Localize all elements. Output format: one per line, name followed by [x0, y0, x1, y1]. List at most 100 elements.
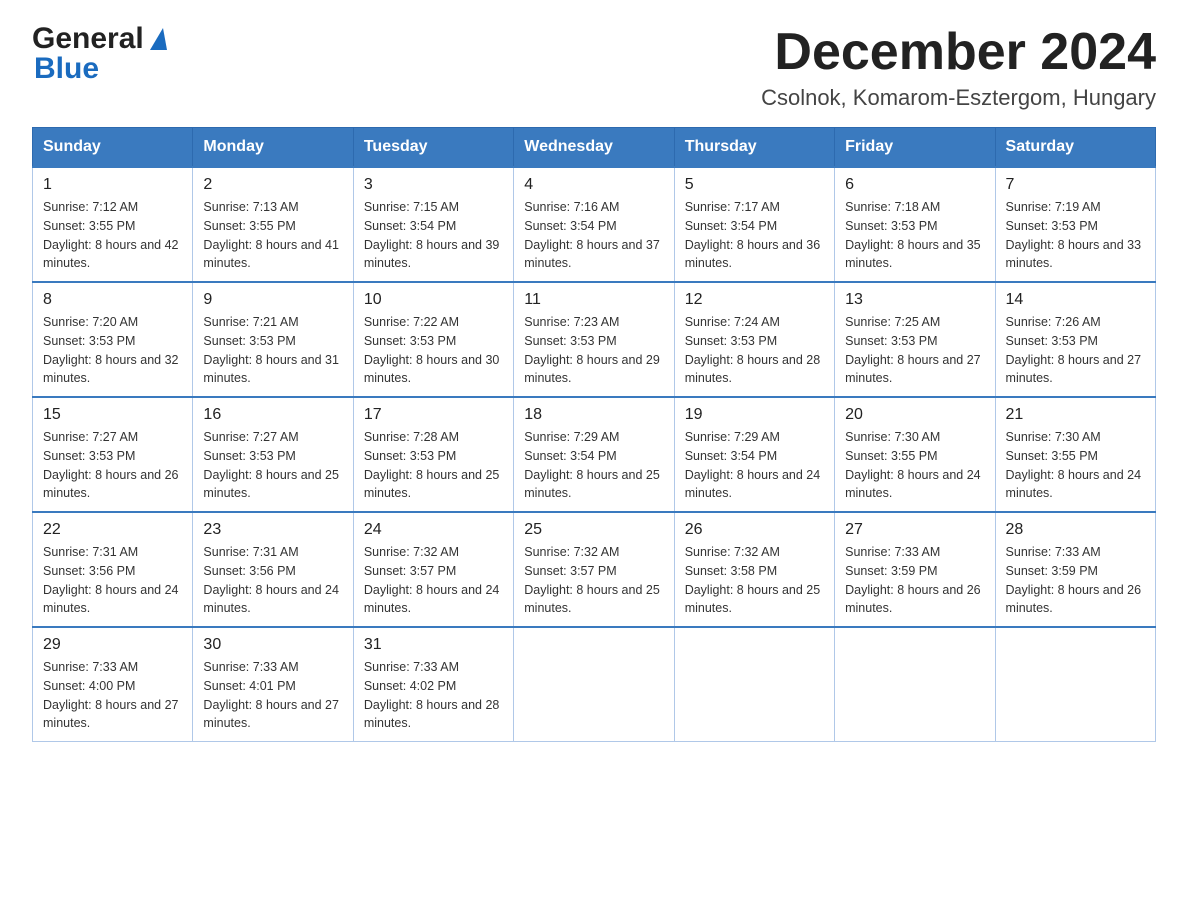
daylight-label: Daylight: 8 hours and 32 minutes.	[43, 353, 179, 386]
sunset-label: Sunset: 3:53 PM	[43, 449, 135, 463]
daylight-label: Daylight: 8 hours and 27 minutes.	[203, 698, 339, 731]
logo-general-text: General	[32, 24, 167, 54]
day-info: Sunrise: 7:30 AM Sunset: 3:55 PM Dayligh…	[845, 428, 984, 503]
day-info: Sunrise: 7:32 AM Sunset: 3:57 PM Dayligh…	[364, 543, 503, 618]
day-info: Sunrise: 7:12 AM Sunset: 3:55 PM Dayligh…	[43, 198, 182, 273]
sunset-label: Sunset: 3:53 PM	[43, 334, 135, 348]
sunrise-label: Sunrise: 7:30 AM	[1006, 430, 1101, 444]
daylight-label: Daylight: 8 hours and 41 minutes.	[203, 238, 339, 271]
day-info: Sunrise: 7:20 AM Sunset: 3:53 PM Dayligh…	[43, 313, 182, 388]
sunrise-label: Sunrise: 7:32 AM	[524, 545, 619, 559]
sunrise-label: Sunrise: 7:32 AM	[364, 545, 459, 559]
week-row: 29 Sunrise: 7:33 AM Sunset: 4:00 PM Dayl…	[33, 627, 1156, 742]
calendar-cell: 31 Sunrise: 7:33 AM Sunset: 4:02 PM Dayl…	[353, 627, 513, 742]
logo-blue-text: Blue	[34, 54, 99, 84]
day-number: 10	[364, 291, 503, 309]
day-of-week-header: Thursday	[674, 128, 834, 168]
calendar-cell: 2 Sunrise: 7:13 AM Sunset: 3:55 PM Dayli…	[193, 167, 353, 282]
day-info: Sunrise: 7:25 AM Sunset: 3:53 PM Dayligh…	[845, 313, 984, 388]
sunrise-label: Sunrise: 7:33 AM	[203, 660, 298, 674]
sunrise-label: Sunrise: 7:29 AM	[685, 430, 780, 444]
sunset-label: Sunset: 3:54 PM	[685, 449, 777, 463]
sunset-label: Sunset: 3:53 PM	[203, 334, 295, 348]
day-info: Sunrise: 7:24 AM Sunset: 3:53 PM Dayligh…	[685, 313, 824, 388]
daylight-label: Daylight: 8 hours and 37 minutes.	[524, 238, 660, 271]
day-number: 13	[845, 291, 984, 309]
day-info: Sunrise: 7:30 AM Sunset: 3:55 PM Dayligh…	[1006, 428, 1145, 503]
week-row: 8 Sunrise: 7:20 AM Sunset: 3:53 PM Dayli…	[33, 282, 1156, 397]
sunrise-label: Sunrise: 7:16 AM	[524, 200, 619, 214]
day-info: Sunrise: 7:23 AM Sunset: 3:53 PM Dayligh…	[524, 313, 663, 388]
daylight-label: Daylight: 8 hours and 26 minutes.	[845, 583, 981, 616]
sunrise-label: Sunrise: 7:15 AM	[364, 200, 459, 214]
sunset-label: Sunset: 3:55 PM	[43, 219, 135, 233]
day-info: Sunrise: 7:33 AM Sunset: 3:59 PM Dayligh…	[845, 543, 984, 618]
calendar-cell: 13 Sunrise: 7:25 AM Sunset: 3:53 PM Dayl…	[835, 282, 995, 397]
daylight-label: Daylight: 8 hours and 25 minutes.	[685, 583, 821, 616]
sunrise-label: Sunrise: 7:32 AM	[685, 545, 780, 559]
daylight-label: Daylight: 8 hours and 25 minutes.	[203, 468, 339, 501]
sunset-label: Sunset: 4:00 PM	[43, 679, 135, 693]
week-row: 22 Sunrise: 7:31 AM Sunset: 3:56 PM Dayl…	[33, 512, 1156, 627]
day-of-week-header: Wednesday	[514, 128, 674, 168]
day-info: Sunrise: 7:21 AM Sunset: 3:53 PM Dayligh…	[203, 313, 342, 388]
calendar-cell: 29 Sunrise: 7:33 AM Sunset: 4:00 PM Dayl…	[33, 627, 193, 742]
sunrise-label: Sunrise: 7:17 AM	[685, 200, 780, 214]
sunset-label: Sunset: 3:53 PM	[524, 334, 616, 348]
day-info: Sunrise: 7:33 AM Sunset: 3:59 PM Dayligh…	[1006, 543, 1145, 618]
daylight-label: Daylight: 8 hours and 35 minutes.	[845, 238, 981, 271]
sunset-label: Sunset: 3:54 PM	[524, 219, 616, 233]
daylight-label: Daylight: 8 hours and 27 minutes.	[1006, 353, 1142, 386]
calendar-cell: 9 Sunrise: 7:21 AM Sunset: 3:53 PM Dayli…	[193, 282, 353, 397]
daylight-label: Daylight: 8 hours and 31 minutes.	[203, 353, 339, 386]
day-info: Sunrise: 7:32 AM Sunset: 3:58 PM Dayligh…	[685, 543, 824, 618]
day-info: Sunrise: 7:29 AM Sunset: 3:54 PM Dayligh…	[685, 428, 824, 503]
logo-triangle-icon	[150, 28, 167, 50]
daylight-label: Daylight: 8 hours and 27 minutes.	[845, 353, 981, 386]
calendar-cell: 15 Sunrise: 7:27 AM Sunset: 3:53 PM Dayl…	[33, 397, 193, 512]
calendar-cell: 21 Sunrise: 7:30 AM Sunset: 3:55 PM Dayl…	[995, 397, 1155, 512]
sunset-label: Sunset: 3:53 PM	[845, 219, 937, 233]
daylight-label: Daylight: 8 hours and 42 minutes.	[43, 238, 179, 271]
sunrise-label: Sunrise: 7:27 AM	[43, 430, 138, 444]
sunset-label: Sunset: 3:53 PM	[1006, 334, 1098, 348]
day-number: 23	[203, 521, 342, 539]
sunset-label: Sunset: 4:01 PM	[203, 679, 295, 693]
sunrise-label: Sunrise: 7:31 AM	[203, 545, 298, 559]
calendar-cell: 7 Sunrise: 7:19 AM Sunset: 3:53 PM Dayli…	[995, 167, 1155, 282]
daylight-label: Daylight: 8 hours and 24 minutes.	[203, 583, 339, 616]
day-number: 2	[203, 176, 342, 194]
calendar-cell	[674, 627, 834, 742]
day-number: 29	[43, 636, 182, 654]
sunset-label: Sunset: 3:53 PM	[203, 449, 295, 463]
day-of-week-header: Monday	[193, 128, 353, 168]
sunrise-label: Sunrise: 7:33 AM	[1006, 545, 1101, 559]
daylight-label: Daylight: 8 hours and 30 minutes.	[364, 353, 500, 386]
day-info: Sunrise: 7:26 AM Sunset: 3:53 PM Dayligh…	[1006, 313, 1145, 388]
day-info: Sunrise: 7:17 AM Sunset: 3:54 PM Dayligh…	[685, 198, 824, 273]
daylight-label: Daylight: 8 hours and 28 minutes.	[364, 698, 500, 731]
sunset-label: Sunset: 3:53 PM	[685, 334, 777, 348]
calendar-cell	[514, 627, 674, 742]
calendar-cell: 30 Sunrise: 7:33 AM Sunset: 4:01 PM Dayl…	[193, 627, 353, 742]
day-number: 27	[845, 521, 984, 539]
sunrise-label: Sunrise: 7:33 AM	[364, 660, 459, 674]
day-number: 3	[364, 176, 503, 194]
daylight-label: Daylight: 8 hours and 24 minutes.	[845, 468, 981, 501]
calendar-cell	[835, 627, 995, 742]
calendar-cell: 22 Sunrise: 7:31 AM Sunset: 3:56 PM Dayl…	[33, 512, 193, 627]
day-number: 14	[1006, 291, 1145, 309]
day-info: Sunrise: 7:16 AM Sunset: 3:54 PM Dayligh…	[524, 198, 663, 273]
day-number: 11	[524, 291, 663, 309]
sunrise-label: Sunrise: 7:30 AM	[845, 430, 940, 444]
sunset-label: Sunset: 3:57 PM	[524, 564, 616, 578]
sunset-label: Sunset: 3:53 PM	[845, 334, 937, 348]
day-of-week-header: Tuesday	[353, 128, 513, 168]
daylight-label: Daylight: 8 hours and 29 minutes.	[524, 353, 660, 386]
day-number: 25	[524, 521, 663, 539]
calendar-cell: 17 Sunrise: 7:28 AM Sunset: 3:53 PM Dayl…	[353, 397, 513, 512]
page-header: General Blue December 2024 Csolnok, Koma…	[32, 24, 1156, 111]
day-number: 31	[364, 636, 503, 654]
day-number: 16	[203, 406, 342, 424]
day-info: Sunrise: 7:27 AM Sunset: 3:53 PM Dayligh…	[203, 428, 342, 503]
